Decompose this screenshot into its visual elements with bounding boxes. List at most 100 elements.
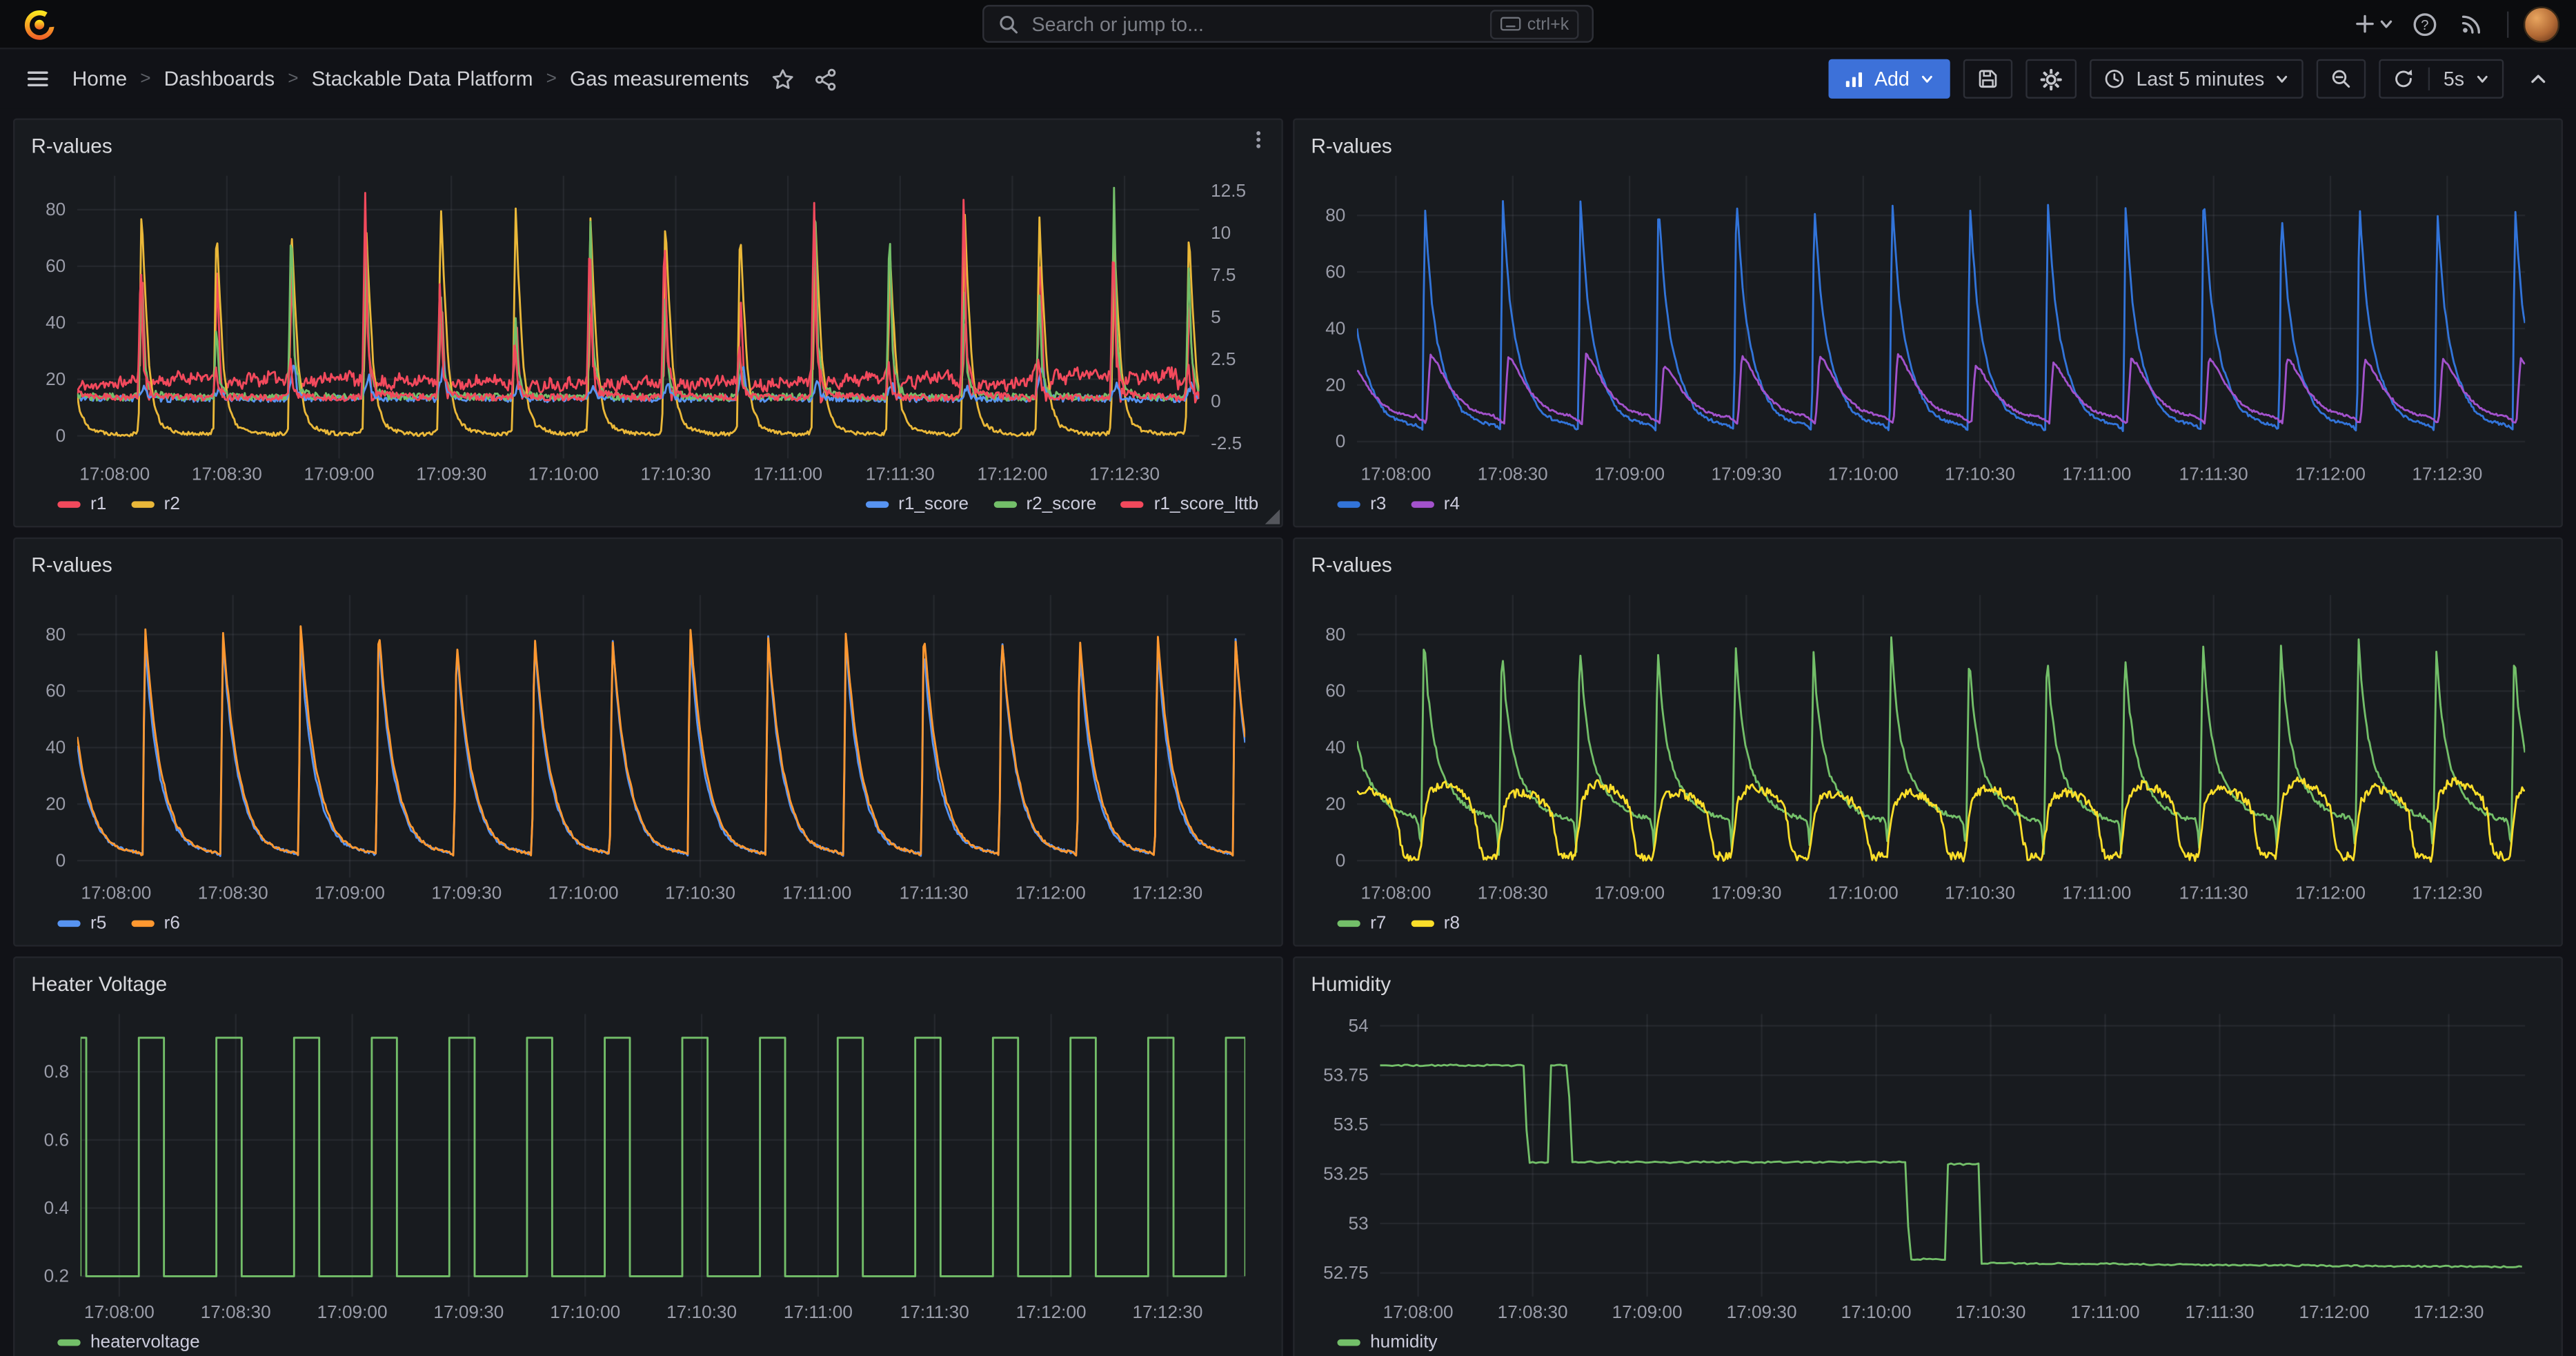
series-line-r7 (1357, 638, 2525, 855)
legend-label: r1_score_lttb (1154, 494, 1258, 514)
y-axis-tick-label: 52.75 (1323, 1262, 1369, 1283)
legend-item-r6[interactable]: r6 (131, 913, 180, 933)
y-axis-tick-label: 80 (1325, 624, 1345, 645)
settings-button[interactable] (2026, 59, 2077, 99)
y-axis-tick-label: 0.2 (44, 1266, 69, 1286)
x-axis-tick-label: 17:08:00 (1361, 463, 1431, 484)
panel-title[interactable]: Heater Voltage (31, 972, 167, 995)
x-axis-tick-label: 17:08:00 (1361, 883, 1431, 903)
legend-label: r6 (164, 913, 180, 933)
panel-title[interactable]: R-values (31, 134, 112, 157)
series-line-r5 (77, 636, 1245, 856)
time-series-plot[interactable]: 17:08:0017:08:3017:09:0017:09:3017:10:00… (1311, 163, 2544, 489)
x-axis-tick-label: 17:12:30 (2412, 463, 2482, 484)
menu-button[interactable] (17, 57, 59, 100)
x-axis-tick-label: 17:11:30 (2179, 883, 2248, 903)
series-line-r6 (77, 627, 1245, 856)
panel-title[interactable]: R-values (1311, 134, 1391, 157)
y-axis-tick-label: 0 (1336, 849, 1346, 870)
panel-menu-button[interactable] (1247, 128, 1269, 159)
legend-swatch (57, 919, 80, 926)
search-input[interactable]: Search or jump to... ctrl+k (982, 5, 1594, 43)
news-button[interactable] (2450, 3, 2493, 46)
refresh-picker[interactable]: 5s (2379, 59, 2504, 99)
legend-swatch (57, 500, 80, 507)
x-axis-tick-label: 17:08:30 (198, 883, 268, 903)
legend-item-r1_score_lttb[interactable]: r1_score_lttb (1121, 494, 1258, 514)
x-axis-tick-label: 17:11:30 (900, 883, 969, 903)
save-button[interactable] (1963, 59, 2012, 99)
breadcrumb-item[interactable]: Dashboards (161, 68, 278, 90)
x-axis-tick-label: 17:08:30 (201, 1301, 271, 1322)
y-axis-tick-label: 53.25 (1323, 1163, 1369, 1184)
x-axis-tick-label: 17:12:00 (2299, 1301, 2370, 1322)
panel-resize-handle[interactable] (1265, 509, 1280, 524)
legend-swatch (1121, 500, 1144, 507)
legend-item-r2_score[interactable]: r2_score (993, 494, 1097, 514)
refresh-interval-label: 5s (2444, 68, 2464, 90)
x-axis-tick-label: 17:11:30 (2186, 1301, 2255, 1322)
legend-swatch (131, 919, 154, 926)
panel-title[interactable]: R-values (31, 553, 112, 576)
share-button[interactable] (805, 57, 848, 100)
favorite-button[interactable] (762, 57, 805, 100)
help-icon: ? (2412, 10, 2438, 37)
caret-down-icon (2474, 70, 2490, 87)
legend-item-r2[interactable]: r2 (131, 494, 180, 514)
panel-r-values-3: R-values 17:08:0017:08:3017:09:0017:09:3… (13, 538, 1283, 947)
series-line-heatervoltage (81, 1038, 1245, 1277)
user-avatar[interactable] (2524, 6, 2559, 41)
x-axis-tick-label: 17:11:00 (753, 463, 822, 484)
x-axis-tick-label: 17:10:00 (1841, 1301, 1912, 1322)
x-axis-tick-label: 17:11:00 (2071, 1301, 2140, 1322)
time-range-picker[interactable]: Last 5 minutes (2090, 59, 2304, 99)
y-axis-tick-label: 80 (1325, 205, 1345, 226)
legend-label: r7 (1370, 913, 1386, 933)
help-button[interactable]: ? (2404, 3, 2446, 46)
legend-swatch (1337, 919, 1360, 926)
breadcrumb-item[interactable]: Stackable Data Platform (308, 68, 537, 90)
legend-item-r1[interactable]: r1 (57, 494, 106, 514)
x-axis-tick-label: 17:09:30 (1727, 1301, 1797, 1322)
x-axis-tick-label: 17:12:00 (2295, 883, 2366, 903)
legend-item-r1_score[interactable]: r1_score (866, 494, 969, 514)
right-y-axis-tick-label: 12.5 (1211, 180, 1246, 201)
time-series-plot[interactable]: 17:08:0017:08:3017:09:0017:09:3017:10:00… (1311, 1001, 2544, 1326)
right-y-axis-tick-label: 5 (1211, 306, 1221, 327)
legend-swatch (1411, 919, 1434, 926)
search-placeholder: Search or jump to... (1032, 12, 1478, 35)
new-button[interactable] (2348, 3, 2400, 46)
time-series-plot[interactable]: 17:08:0017:08:3017:09:0017:09:3017:10:00… (31, 1001, 1265, 1326)
y-axis-tick-label: 0.4 (44, 1197, 69, 1218)
x-axis-tick-label: 17:11:30 (866, 463, 935, 484)
legend-item-r5[interactable]: r5 (57, 913, 106, 933)
x-axis-tick-label: 17:10:00 (550, 1301, 620, 1322)
x-axis-tick-label: 17:09:00 (317, 1301, 388, 1322)
x-axis-tick-label: 17:11:00 (2062, 463, 2131, 484)
legend-label: r2_score (1026, 494, 1096, 514)
time-series-plot[interactable]: 17:08:0017:08:3017:09:0017:09:3017:10:00… (31, 163, 1265, 489)
panel-title[interactable]: Humidity (1311, 972, 1391, 995)
grafana-logo[interactable] (17, 3, 63, 46)
series-line-humidity (1380, 1065, 2521, 1268)
add-button[interactable]: Add (1828, 59, 1950, 99)
time-series-plot[interactable]: 17:08:0017:08:3017:09:0017:09:3017:10:00… (31, 582, 1265, 907)
collapse-toolbar-button[interactable] (2517, 57, 2559, 100)
y-axis-tick-label: 60 (46, 680, 66, 701)
time-series-plot[interactable]: 17:08:0017:08:3017:09:0017:09:3017:10:00… (1311, 582, 2544, 907)
breadcrumb-item[interactable]: Home (69, 68, 130, 90)
panel-heater-voltage: Heater Voltage 17:08:0017:08:3017:09:001… (13, 956, 1283, 1356)
panel-title[interactable]: R-values (1311, 553, 1391, 576)
legend-item-humidity[interactable]: humidity (1337, 1332, 1437, 1352)
x-axis-tick-label: 17:10:30 (1956, 1301, 2026, 1322)
chart-svg: 17:08:0017:08:3017:09:0017:09:3017:10:00… (31, 582, 1265, 907)
y-axis-tick-label: 0 (1336, 431, 1346, 451)
search-icon (998, 12, 1020, 35)
zoom-out-button[interactable] (2317, 59, 2366, 99)
legend-item-r4[interactable]: r4 (1411, 494, 1460, 514)
legend-item-heatervoltage[interactable]: heatervoltage (57, 1332, 199, 1352)
y-axis-tick-label: 0.8 (44, 1061, 69, 1081)
legend-item-r3[interactable]: r3 (1337, 494, 1386, 514)
legend-item-r8[interactable]: r8 (1411, 913, 1460, 933)
legend-item-r7[interactable]: r7 (1337, 913, 1386, 933)
